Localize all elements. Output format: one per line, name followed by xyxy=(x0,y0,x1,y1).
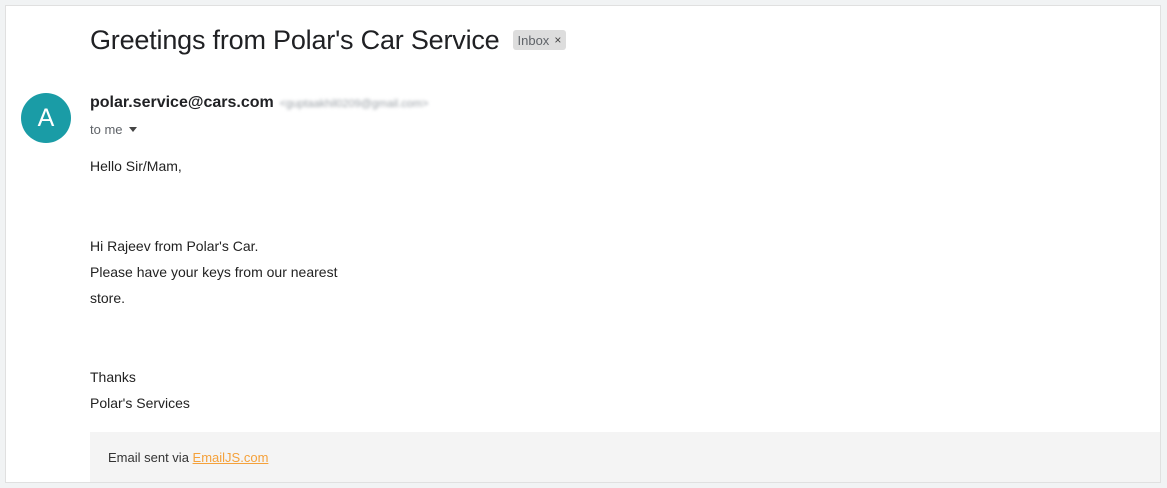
subject-row: Greetings from Polar's Car Service Inbox… xyxy=(90,24,567,56)
footer-text: Email sent via EmailJS.com xyxy=(108,450,268,465)
thanks-text: Thanks xyxy=(90,369,136,385)
footer-prefix: Email sent via xyxy=(108,450,193,465)
email-subject: Greetings from Polar's Car Service xyxy=(90,25,500,55)
inbox-label-chip[interactable]: Inbox × xyxy=(512,30,567,50)
avatar-letter: A xyxy=(37,103,55,132)
email-message: Hi Rajeev from Polar's Car. Please have … xyxy=(90,233,337,311)
recipient-text: to me xyxy=(90,122,123,137)
email-signoff: Thanks Polar's Services xyxy=(90,364,190,416)
message-line: Hi Rajeev from Polar's Car. xyxy=(90,238,259,254)
email-footer: Email sent via EmailJS.com xyxy=(90,432,1160,482)
signature-text: Polar's Services xyxy=(90,395,190,411)
sender-email-address: <guptaakhil0209@gmail.com> xyxy=(279,98,429,110)
label-text: Inbox xyxy=(517,32,550,48)
show-details-icon[interactable] xyxy=(128,127,137,132)
email-view: Greetings from Polar's Car Service Inbox… xyxy=(5,5,1161,483)
sender-name[interactable]: polar.service@cars.com xyxy=(90,94,274,112)
sender-line: polar.service@cars.com <guptaakhil0209@g… xyxy=(90,94,428,112)
message-line: Please have your keys from our nearest xyxy=(90,264,338,280)
recipient-line: to me xyxy=(90,122,137,137)
remove-label-icon[interactable]: × xyxy=(554,33,561,47)
message-line: store. xyxy=(90,290,126,306)
email-greeting: Hello Sir/Mam, xyxy=(90,158,182,174)
sender-avatar[interactable]: A xyxy=(21,93,71,143)
emailjs-link[interactable]: EmailJS.com xyxy=(193,450,269,465)
